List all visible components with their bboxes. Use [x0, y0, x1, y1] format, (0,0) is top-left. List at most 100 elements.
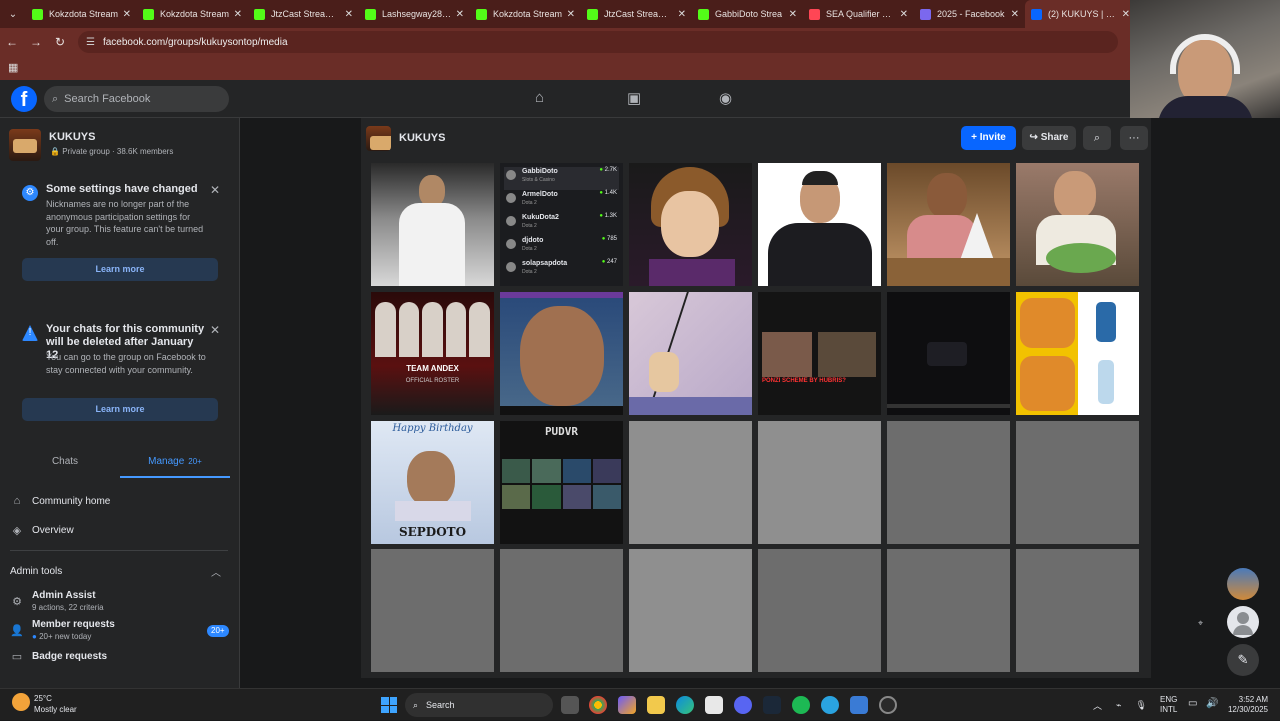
group-search-icon[interactable]: ⌕ [1083, 126, 1111, 150]
browser-tab[interactable]: Kokzdota Stream ✕ [470, 0, 581, 28]
facebook-search-input[interactable]: ⌕ Search Facebook [44, 86, 229, 112]
share-button[interactable]: ↪ Share [1022, 126, 1076, 150]
media-thumbnail[interactable]: Happy Birthday SEPDOTO [371, 421, 494, 544]
media-thumbnail-loading[interactable] [1016, 549, 1139, 672]
facebook-logo-icon[interactable]: f [11, 86, 37, 112]
media-thumbnail-loading[interactable] [758, 549, 881, 672]
close-tab-icon[interactable]: ✕ [789, 9, 797, 20]
chat-head-avatar[interactable] [1227, 606, 1259, 638]
photos-icon[interactable] [850, 696, 868, 714]
chat-head-avatar[interactable] [1227, 568, 1259, 600]
taskbar-search-input[interactable]: ⌕ Search [405, 693, 553, 717]
sidebar-item-member-requests[interactable]: 👤 Member requests ● 20+ new today [10, 619, 115, 641]
apps-grid-icon[interactable]: ▦ [8, 61, 18, 74]
media-thumbnail[interactable] [887, 292, 1010, 415]
group-thumbnail[interactable] [366, 125, 391, 151]
browser-tab[interactable]: Kokzdota Stream ✕ [26, 0, 137, 28]
tab-chats[interactable]: Chats [10, 448, 120, 478]
group-thumbnail[interactable] [9, 129, 41, 161]
media-thumbnail-loading[interactable] [500, 549, 623, 672]
microphone-icon[interactable]: 🎙 [1135, 700, 1146, 711]
close-tab-icon[interactable]: ✕ [234, 9, 242, 20]
windows-start-icon[interactable] [381, 697, 397, 713]
obs-icon[interactable] [879, 696, 897, 714]
tab-search-chevron-icon[interactable]: ⌄ [0, 0, 26, 28]
close-tab-icon[interactable]: ✕ [567, 9, 575, 20]
site-info-icon[interactable]: ☰ [86, 37, 95, 48]
task-view-icon[interactable] [561, 696, 579, 714]
group-header-name[interactable]: KUKUYS [399, 132, 445, 144]
media-thumbnail-loading[interactable] [629, 421, 752, 544]
discord-icon[interactable] [734, 696, 752, 714]
file-explorer-icon[interactable] [647, 696, 665, 714]
media-thumbnail[interactable] [887, 163, 1010, 286]
volume-icon[interactable]: 🔊 [1206, 698, 1218, 709]
media-thumbnail[interactable] [758, 163, 881, 286]
sidebar-item-overview[interactable]: ◈ Overview [10, 524, 74, 537]
media-thumbnail[interactable] [500, 292, 623, 415]
media-thumbnail-loading[interactable] [1016, 421, 1139, 544]
chevron-up-icon[interactable]: ︿ [211, 564, 221, 579]
groups-icon[interactable]: ◉ [719, 89, 732, 107]
media-thumbnail[interactable]: PONZI SCHEME BY HUBRIS? [758, 292, 881, 415]
language-indicator[interactable]: ENG INTL [1160, 695, 1177, 715]
close-tab-icon[interactable]: ✕ [123, 9, 131, 20]
media-thumbnail[interactable]: PUDVR [500, 421, 623, 544]
marketplace-icon[interactable]: ▣ [627, 89, 641, 107]
browser-tab[interactable]: (2) KUKUYS | Face ✕ [1025, 0, 1136, 28]
media-thumbnail[interactable]: GabbiDoto Slots & Casino ● 2.7K ArmelDoto Do… [500, 163, 623, 286]
media-thumbnail-loading[interactable] [758, 421, 881, 544]
clock[interactable]: 3:52 AM 12/30/2025 [1224, 695, 1268, 715]
media-thumbnail[interactable] [1016, 163, 1139, 286]
telegram-icon[interactable] [821, 696, 839, 714]
network-icon[interactable]: ⌁ [1116, 700, 1121, 711]
media-thumbnail-loading[interactable] [887, 549, 1010, 672]
weather-widget[interactable]: 25°C Mostly clear [12, 693, 77, 715]
close-tab-icon[interactable]: ✕ [900, 9, 908, 20]
sidebar-item-badge-requests[interactable]: ▭ Badge requests [10, 650, 107, 663]
group-name[interactable]: KUKUYS [49, 131, 95, 143]
learn-more-button[interactable]: Learn more [22, 258, 218, 281]
browser-tab[interactable]: Lashsegway28 Str ✕ [359, 0, 470, 28]
steam-icon[interactable] [763, 696, 781, 714]
close-icon[interactable]: ✕ [210, 323, 220, 337]
media-thumbnail[interactable] [371, 163, 494, 286]
media-thumbnail[interactable] [1016, 292, 1139, 415]
sidebar-item-community-home[interactable]: ⌂ Community home [10, 495, 111, 507]
close-tab-icon[interactable]: ✕ [345, 9, 353, 20]
browser-tab[interactable]: JtzCast Stream - V ✕ [581, 0, 692, 28]
media-thumbnail[interactable]: TEAM ANDEX OFFICIAL ROSTER [371, 292, 494, 415]
url-field[interactable]: ☰ facebook.com/groups/kukuysontop/media [78, 31, 1118, 53]
close-tab-icon[interactable]: ✕ [678, 9, 686, 20]
learn-more-button[interactable]: Learn more [22, 398, 218, 421]
tab-manage[interactable]: Manage 20+ [120, 448, 230, 478]
media-thumbnail-loading[interactable] [887, 421, 1010, 544]
home-icon[interactable]: ⌂ [535, 89, 544, 106]
new-message-icon[interactable]: ✎ [1227, 644, 1259, 676]
browser-tab[interactable]: Kokzdota Stream ✕ [137, 0, 248, 28]
chrome-icon[interactable] [589, 696, 607, 714]
close-tab-icon[interactable]: ✕ [1011, 9, 1019, 20]
display-icon[interactable]: ▭ [1188, 698, 1197, 709]
invite-button[interactable]: + Invite [961, 126, 1016, 150]
browser-tab[interactable]: SEA Qualifier 1 - F ✕ [803, 0, 914, 28]
close-tab-icon[interactable]: ✕ [1122, 9, 1130, 20]
reload-icon[interactable]: ↻ [48, 35, 72, 49]
close-icon[interactable]: ✕ [210, 183, 220, 197]
spotify-icon[interactable] [792, 696, 810, 714]
browser-tab[interactable]: JtzCast Stream - V ✕ [248, 0, 359, 28]
more-options-icon[interactable]: ··· [1120, 126, 1148, 150]
media-thumbnail-loading[interactable] [629, 549, 752, 672]
media-thumbnail[interactable] [629, 163, 752, 286]
edge-icon[interactable] [676, 696, 694, 714]
chevron-up-icon[interactable]: ︿ [1093, 699, 1102, 712]
sidebar-item-admin-assist[interactable]: ⚙ Admin Assist 9 actions, 22 criteria [10, 590, 104, 612]
back-arrow-icon[interactable]: ← [0, 35, 24, 49]
browser-tab[interactable]: GabbiDoto Strea ✕ [692, 0, 803, 28]
media-thumbnail[interactable] [629, 292, 752, 415]
close-tab-icon[interactable]: ✕ [456, 9, 464, 20]
media-thumbnail-loading[interactable] [371, 549, 494, 672]
forward-arrow-icon[interactable]: → [24, 35, 48, 49]
copilot-icon[interactable] [618, 696, 636, 714]
browser-tab[interactable]: 2025 - Facebook ✕ [914, 0, 1025, 28]
